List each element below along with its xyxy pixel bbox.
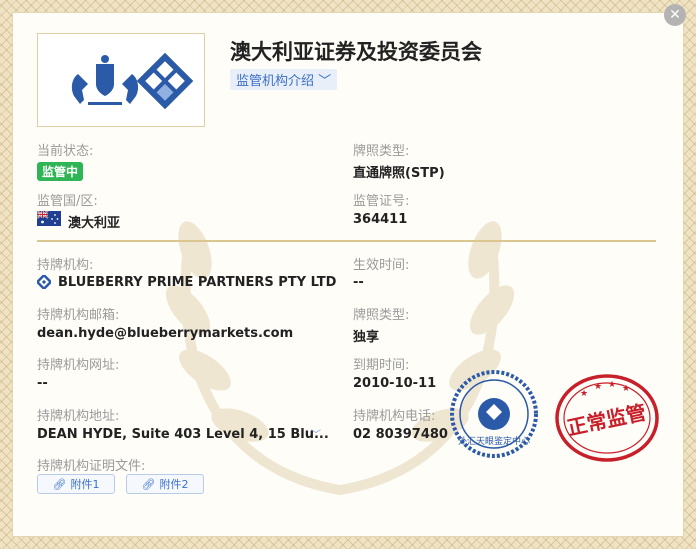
holder-value: BLUEBERRY PRIME PARTNERS PTY LTD	[58, 275, 337, 290]
attachment-2-button[interactable]: 🔗︎ 附件2	[126, 474, 204, 494]
intro-label: 监管机构介绍	[236, 74, 315, 89]
address-expand-icon[interactable]: ﹀	[311, 426, 321, 441]
expiry-value: 2010-10-11	[353, 376, 437, 391]
chevron-down-icon: ﹀	[318, 74, 332, 89]
status-label: 当前状态:	[37, 144, 94, 159]
status-badge: 监管中	[37, 162, 84, 181]
stamp-red-text: 正常监管	[565, 400, 648, 440]
australia-flag-icon	[37, 211, 61, 226]
regulator-logo	[37, 33, 205, 127]
close-button[interactable]: ✕	[664, 4, 686, 26]
docs-label: 持牌机构证明文件:	[37, 459, 146, 474]
svg-text:★: ★	[608, 380, 616, 390]
regulator-intro-dropdown[interactable]: 监管机构介绍 ﹀	[230, 69, 338, 90]
region-label: 监管国/区:	[37, 194, 98, 209]
region-value: 澳大利亚	[68, 216, 121, 231]
attachment-1-button[interactable]: 🔗︎ 附件1	[37, 474, 115, 494]
email-value: dean.hyde@blueberrymarkets.com	[37, 326, 294, 341]
regulator-title: 澳大利亚证券及投资委员会	[230, 40, 482, 64]
verification-stamp: 外汇天眼鉴定中心	[450, 370, 538, 458]
address-value: DEAN HYDE, Suite 403 Level 4, 15 Blu...	[37, 427, 329, 442]
close-icon: ✕	[669, 7, 681, 23]
license-no-value: 364411	[353, 212, 408, 227]
stamp-blue-text: 外汇天眼鉴定中心	[458, 435, 530, 447]
svg-text:★: ★	[580, 389, 588, 399]
svg-text:★: ★	[622, 384, 630, 394]
expiry-label: 到期时间:	[353, 358, 410, 373]
license-type-value: 直通牌照(STP)	[353, 166, 445, 181]
license-type-label: 牌照类型:	[353, 144, 410, 159]
attachment-label: 附件2	[159, 478, 189, 491]
address-label: 持牌机构地址:	[37, 409, 120, 424]
effective-value: --	[353, 275, 364, 290]
license-no-label: 监管证号:	[353, 194, 410, 209]
website-label: 持牌机构网址:	[37, 358, 120, 373]
phone-value: 02 80397480	[353, 427, 448, 442]
attachment-label: 附件1	[70, 478, 100, 491]
license-type2-label: 牌照类型:	[353, 308, 410, 323]
link-icon: 🔗︎	[141, 477, 156, 491]
email-label: 持牌机构邮箱:	[37, 308, 120, 323]
license-type2-value: 独享	[353, 330, 380, 345]
link-icon: 🔗︎	[52, 477, 67, 491]
section-divider	[37, 240, 656, 242]
company-logo-icon	[37, 275, 51, 289]
effective-label: 生效时间:	[353, 258, 410, 273]
phone-label: 持牌机构电话:	[353, 409, 436, 424]
svg-text:★: ★	[594, 382, 602, 392]
holder-label: 持牌机构:	[37, 258, 94, 273]
website-value: --	[37, 376, 48, 391]
asic-logo-icon	[71, 52, 194, 110]
regulated-stamp: ★ ★ ★ ★ 正常监管	[555, 374, 659, 462]
